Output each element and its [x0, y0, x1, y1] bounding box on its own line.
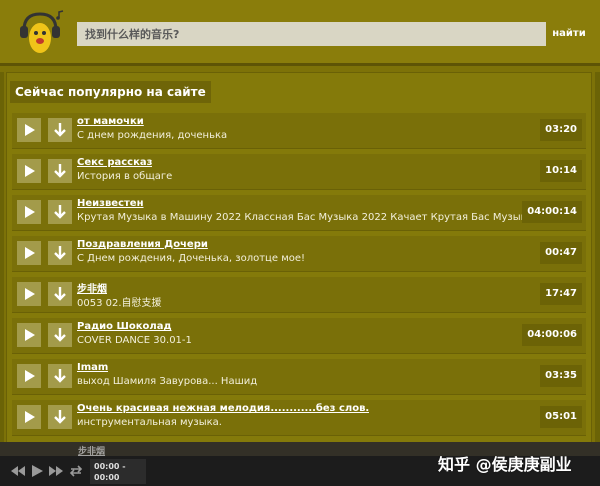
current-time: 00:00 - — [94, 462, 126, 471]
download-arrow-icon — [54, 328, 66, 342]
play-button[interactable] — [17, 364, 41, 388]
download-button[interactable] — [48, 323, 72, 347]
download-arrow-icon — [54, 123, 66, 137]
play-icon — [25, 247, 35, 259]
track-row[interactable]: Неизвестен Крутая Музыка в Машину 2022 Кл… — [12, 195, 586, 231]
download-button[interactable] — [48, 405, 72, 429]
track-subtitle: COVER DANCE 30.01-1 — [77, 335, 192, 346]
play-button[interactable] — [17, 200, 41, 224]
track-duration: 03:20 — [540, 119, 582, 141]
download-button[interactable] — [48, 200, 72, 224]
download-button[interactable] — [48, 282, 72, 306]
download-arrow-icon — [54, 410, 66, 424]
track-row[interactable]: Очень красивая нежная мелодия...........… — [12, 400, 586, 436]
track-subtitle: История в общаге — [77, 171, 173, 182]
repeat-icon[interactable] — [69, 464, 83, 478]
track-row[interactable]: Секс рассказ История в общаге 10:14 — [12, 154, 586, 190]
download-arrow-icon — [54, 164, 66, 178]
watermark: 知乎 @侯庚庚副业 — [438, 455, 572, 474]
play-button[interactable] — [17, 241, 41, 265]
track-row[interactable]: Радио Шоколад COVER DANCE 30.01-1 04:00:06 — [12, 318, 586, 354]
play-icon — [25, 411, 35, 423]
download-arrow-icon — [54, 369, 66, 383]
track-duration: 00:47 — [540, 242, 582, 264]
track-title[interactable]: от мамочки — [77, 116, 144, 127]
track-title[interactable]: Поздравления Дочери — [77, 239, 208, 250]
search-input[interactable] — [77, 22, 546, 46]
play-icon — [25, 329, 35, 341]
track-title[interactable]: Секс рассказ — [77, 157, 152, 168]
track-subtitle: выход Шамиля Завурова... Нашид — [77, 376, 258, 387]
next-icon[interactable] — [48, 464, 64, 478]
right-edge — [595, 72, 600, 456]
player-time: 00:00 - 00:00 — [90, 459, 146, 484]
download-arrow-icon — [54, 205, 66, 219]
track-row[interactable]: от мамочки С днем рождения, доченька 03:20 — [12, 113, 586, 149]
play-icon — [25, 124, 35, 136]
track-title[interactable]: 步非烟 — [77, 280, 107, 295]
track-title[interactable]: Радио Шоколад — [77, 321, 172, 332]
track-subtitle: Крутая Музыка в Машину 2022 Классная Бас… — [77, 212, 537, 223]
download-button[interactable] — [48, 118, 72, 142]
play-button[interactable] — [17, 159, 41, 183]
track-duration: 10:14 — [540, 160, 582, 182]
track-subtitle: инструментальная музыка. — [77, 417, 222, 428]
track-title[interactable]: Неизвестен — [77, 198, 144, 209]
play-icon — [25, 206, 35, 218]
play-button[interactable] — [17, 282, 41, 306]
singing-mascot-logo[interactable] — [14, 8, 66, 60]
play-icon[interactable] — [30, 464, 44, 478]
track-row[interactable]: Поздравления Дочери С Днем рождения, Доче… — [12, 236, 586, 272]
track-duration: 04:00:06 — [522, 324, 582, 346]
track-subtitle: С Днем рождения, Доченька, золотце мое! — [77, 253, 306, 264]
download-button[interactable] — [48, 364, 72, 388]
download-arrow-icon — [54, 246, 66, 260]
track-duration: 04:00:14 — [522, 201, 582, 223]
left-edge — [0, 72, 4, 456]
download-button[interactable] — [48, 241, 72, 265]
play-button[interactable] — [17, 405, 41, 429]
previous-icon[interactable] — [10, 464, 26, 478]
track-duration: 05:01 — [540, 406, 582, 428]
track-row[interactable]: 步非烟 0053 02.自慰支援 17:47 — [12, 277, 586, 313]
track-duration: 03:35 — [540, 365, 582, 387]
section-title: Сейчас популярно на сайте — [10, 81, 211, 103]
play-icon — [25, 165, 35, 177]
play-icon — [25, 288, 35, 300]
track-subtitle: 0053 02.自慰支援 — [77, 298, 162, 309]
track-duration: 17:47 — [540, 283, 582, 305]
track-title[interactable]: Imam — [77, 362, 108, 373]
total-time: 00:00 — [94, 473, 120, 482]
track-subtitle: С днем рождения, доченька — [77, 130, 228, 141]
search-button[interactable]: найти — [546, 22, 592, 46]
play-icon — [25, 370, 35, 382]
track-title[interactable]: Очень красивая нежная мелодия...........… — [77, 403, 369, 414]
download-arrow-icon — [54, 287, 66, 301]
download-button[interactable] — [48, 159, 72, 183]
play-button[interactable] — [17, 118, 41, 142]
track-row[interactable]: Imam выход Шамиля Завурова... Нашид 03:35 — [12, 359, 586, 395]
header: найти — [0, 0, 600, 66]
play-button[interactable] — [17, 323, 41, 347]
